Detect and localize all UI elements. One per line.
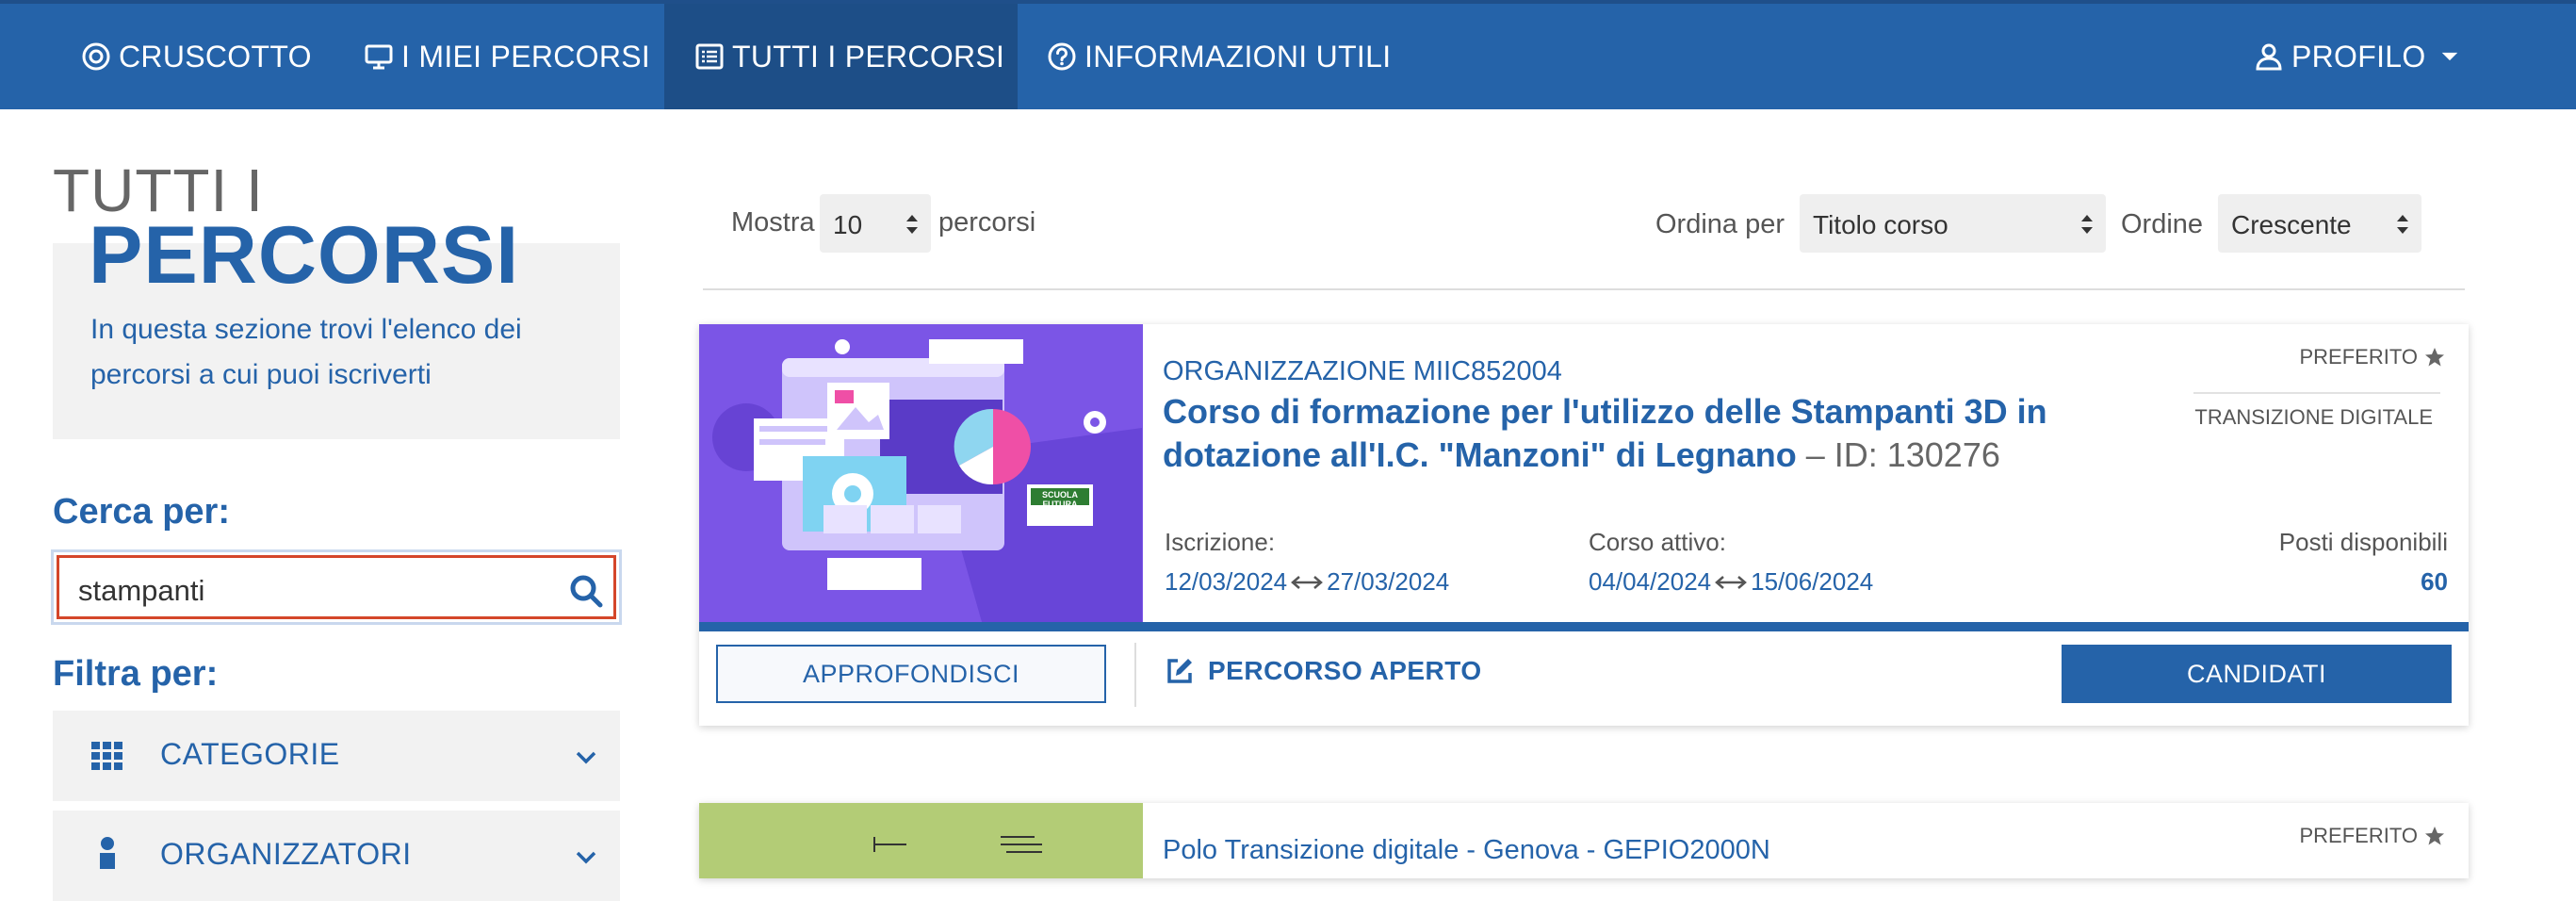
active-start: 04/04/2024 — [1589, 567, 1712, 596]
nav-item-label: CRUSCOTTO — [119, 39, 312, 74]
apply-button[interactable]: CANDIDATI — [2062, 645, 2452, 703]
sort-select[interactable]: Titolo corso — [1800, 194, 2106, 253]
question-icon — [1048, 42, 1076, 71]
filter-categorie-label: CATEGORIE — [160, 737, 340, 771]
star-icon — [2425, 827, 2444, 845]
active-dates: 04/04/2024 15/06/2024 — [1589, 567, 1873, 597]
enroll-start: 12/03/2024 — [1165, 567, 1288, 596]
grid-icon — [91, 742, 122, 770]
edit-icon — [1167, 659, 1192, 683]
category-divider — [2193, 392, 2440, 394]
filter-organizzatori-label: ORGANIZZATORI — [160, 837, 412, 871]
nav-item-label: INFORMAZIONI UTILI — [1084, 39, 1392, 74]
double-arrow-icon — [1715, 575, 1748, 589]
course-illustration: SCUOLA FUTURA — [699, 324, 1143, 622]
select-arrows-icon — [2397, 215, 2408, 234]
order-select[interactable]: Crescente — [2218, 194, 2421, 253]
search-input[interactable] — [78, 567, 549, 614]
course-category: TRANSIZIONE DIGITALE — [2194, 405, 2433, 429]
list-icon — [695, 43, 724, 70]
filter-label: Filtra per: — [53, 654, 219, 694]
favorite-toggle[interactable]: PREFERITO — [2299, 824, 2446, 848]
user-icon — [2256, 43, 2282, 71]
order-label: Ordine — [2121, 209, 2204, 239]
show-label: Mostra — [731, 207, 815, 238]
course-status-label: PERCORSO APERTO — [1208, 656, 1482, 685]
search-icon[interactable] — [568, 573, 604, 609]
nav-item-cruscotto[interactable]: CRUSCOTTO — [81, 4, 312, 109]
nav-item-i-miei-percorsi[interactable]: I MIEI PERCORSI — [364, 4, 650, 109]
nav-item-informazioni-utili[interactable]: INFORMAZIONI UTILI — [1047, 4, 1391, 109]
section-description: In questa sezione trovi l'elenco dei per… — [90, 314, 522, 390]
favorite-label: PREFERITO — [2299, 345, 2418, 369]
nav-item-label: I MIEI PERCORSI — [401, 39, 651, 74]
search-box — [51, 549, 622, 625]
enroll-label: Iscrizione: — [1165, 528, 1276, 556]
sort-value: Titolo corso — [1813, 210, 1948, 239]
details-button[interactable]: APPROFONDISCI — [716, 645, 1106, 703]
top-navbar: CRUSCOTTO I MIEI PERCORSI TUTTI I PERCOR… — [0, 0, 2576, 109]
nav-item-label: TUTTI I PERCORSI — [732, 39, 1005, 74]
card-accent-bar — [699, 622, 2469, 631]
search-label: Cerca per: — [53, 492, 230, 532]
filter-categorie[interactable]: CATEGORIE — [53, 711, 620, 801]
toolbar-divider — [703, 288, 2465, 290]
course-illustration-graphic — [699, 324, 1143, 622]
seats-value: 60 — [2421, 567, 2448, 596]
course-card: Polo Transizione digitale - Genova - GEP… — [699, 803, 2469, 878]
favorite-label: PREFERITO — [2299, 824, 2418, 847]
filter-organizzatori[interactable]: ORGANIZZATORI — [53, 811, 620, 901]
select-arrows-icon — [2081, 215, 2093, 234]
profile-menu[interactable]: PROFILO — [2254, 4, 2460, 109]
double-arrow-icon — [1291, 575, 1324, 589]
scuola-futura-badge: SCUOLA FUTURA — [1042, 490, 1078, 509]
course-illustration — [699, 803, 1143, 878]
course-title[interactable]: Corso di formazione per l'utilizzo delle… — [1163, 390, 2124, 477]
chevron-down-icon — [576, 751, 596, 764]
seats-label: Posti disponibili — [2278, 528, 2448, 556]
page-size-select[interactable]: 10 — [820, 194, 931, 253]
enroll-end: 27/03/2024 — [1327, 567, 1450, 596]
course-status: PERCORSO APERTO — [1165, 656, 1482, 686]
course-organization: Polo Transizione digitale - Genova - GEP… — [1163, 835, 1770, 865]
profile-label: PROFILO — [2291, 39, 2426, 74]
select-arrows-icon — [906, 215, 918, 234]
page-title-line2: PERCORSI — [89, 210, 520, 301]
course-organization: ORGANIZZAZIONE MIIC852004 — [1163, 356, 1562, 386]
course-id: – ID: 130276 — [1796, 435, 2000, 474]
chevron-down-icon — [576, 851, 596, 864]
enroll-dates: 12/03/2024 27/03/2024 — [1165, 567, 1449, 597]
search-focus-ring — [57, 555, 616, 619]
sort-label: Ordina per — [1655, 209, 1785, 239]
course-card: SCUOLA FUTURA ORGANIZZAZIONE MIIC852004 … — [699, 324, 2469, 726]
page-size-value: 10 — [833, 210, 863, 239]
nav-item-tutti-i-percorsi[interactable]: TUTTI I PERCORSI — [664, 4, 1018, 109]
star-icon — [2425, 348, 2444, 367]
button-separator — [1134, 643, 1136, 707]
course-illustration-graphic — [873, 836, 1042, 853]
target-icon — [82, 42, 110, 71]
active-end: 15/06/2024 — [1751, 567, 1874, 596]
show-suffix: percorsi — [938, 207, 1036, 238]
order-value: Crescente — [2231, 210, 2352, 239]
caret-down-icon — [2441, 52, 2457, 61]
monitor-icon — [365, 44, 393, 70]
active-label: Corso attivo: — [1589, 528, 1726, 556]
person-icon — [100, 837, 115, 869]
favorite-toggle[interactable]: PREFERITO — [2299, 345, 2446, 369]
